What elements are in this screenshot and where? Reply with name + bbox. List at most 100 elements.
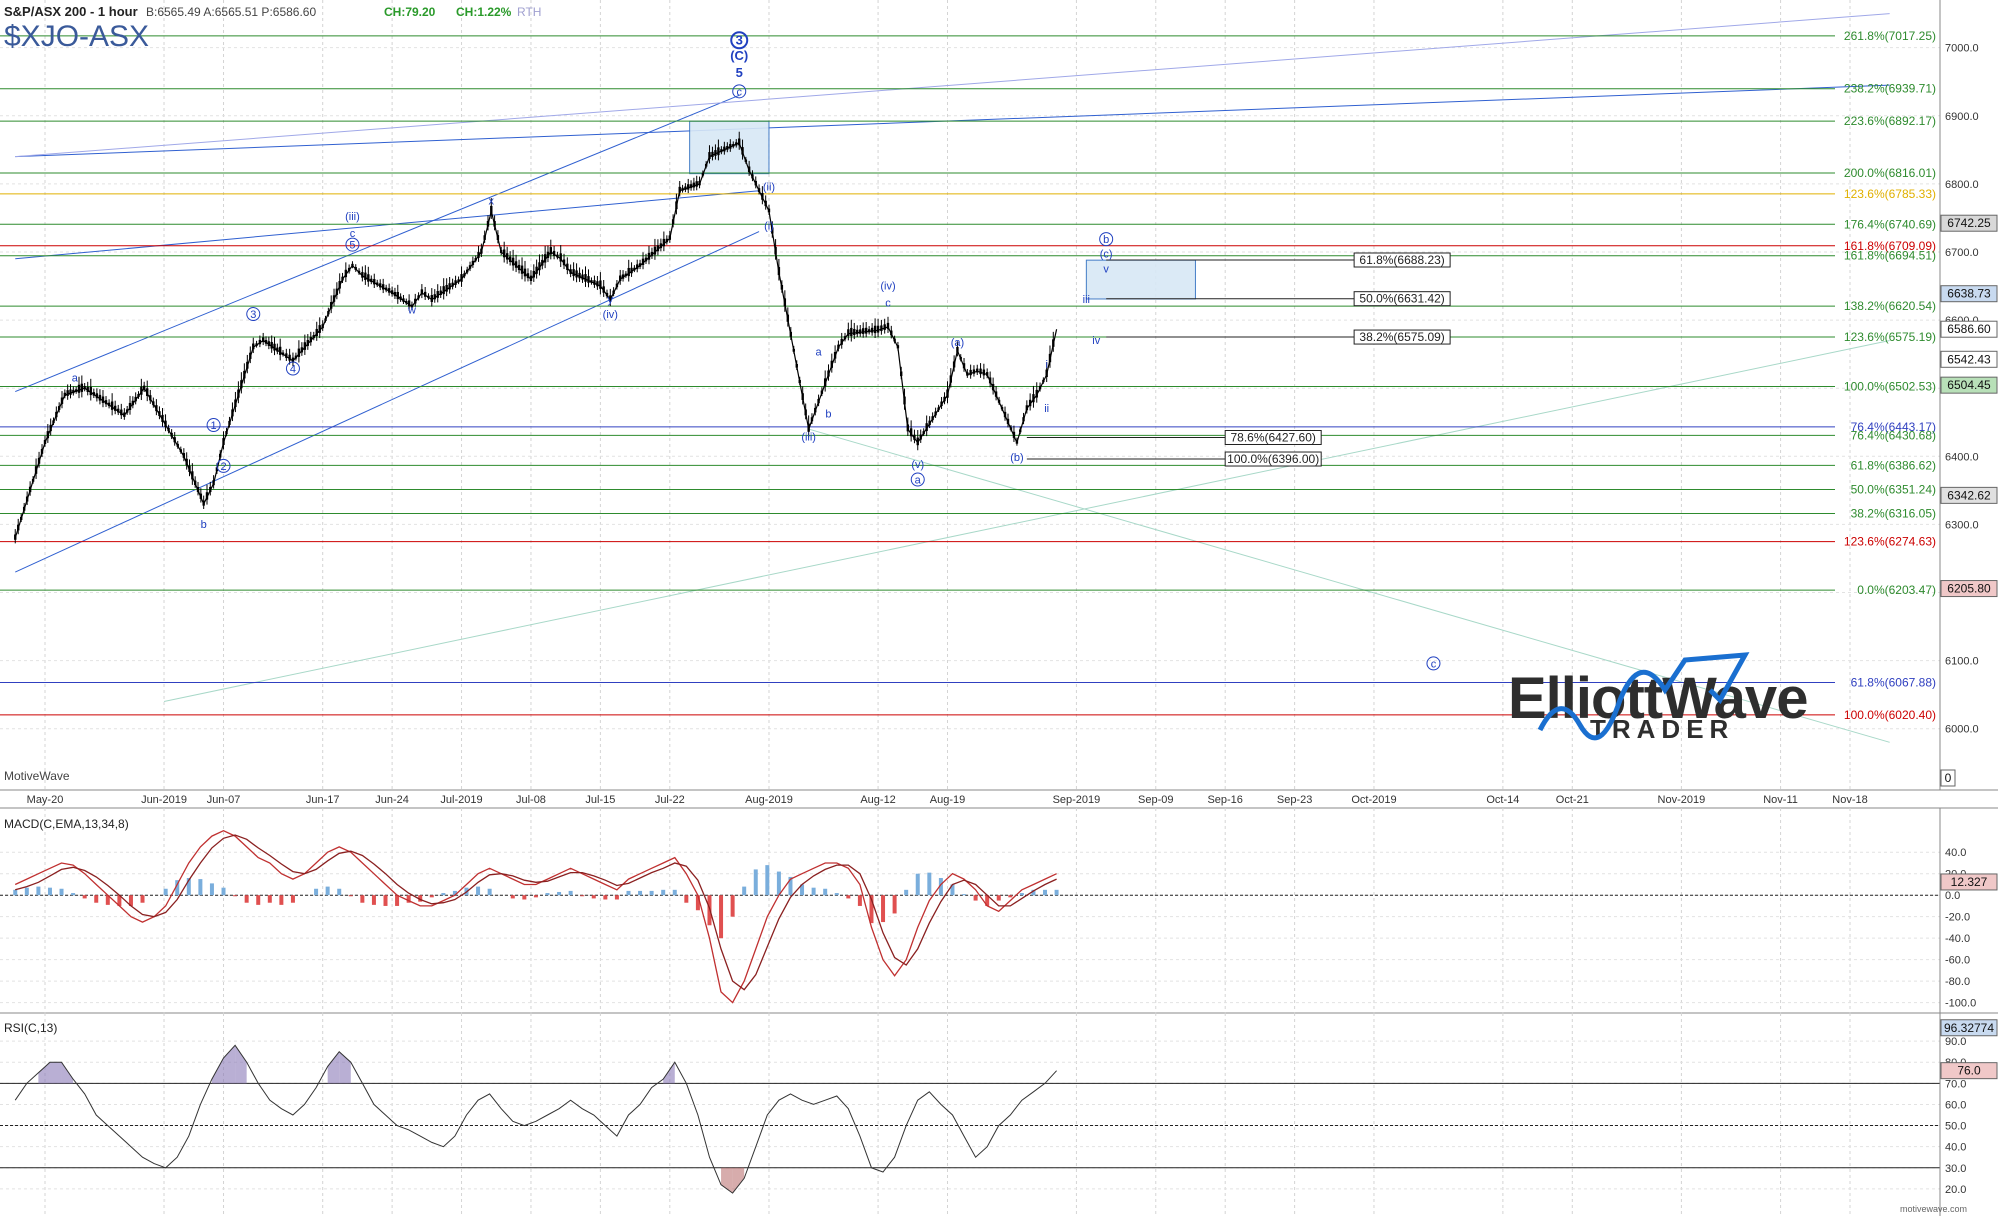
rsi-tick-label: 30.0 — [1945, 1163, 1966, 1175]
watermark: motivewave.com — [1900, 1204, 1967, 1214]
macd-histogram-bar — [881, 895, 886, 923]
price-bar-body — [1019, 429, 1022, 433]
price-bar-body — [49, 424, 52, 432]
price-bar-body — [720, 149, 723, 153]
macd-histogram-bar — [857, 895, 862, 906]
price-bar-body — [351, 263, 354, 267]
price-bar-body — [281, 352, 285, 355]
wave-label: 4 — [290, 364, 296, 376]
price-bar-body — [460, 274, 463, 282]
macd-tick-label: 40.0 — [1945, 847, 1966, 859]
price-bar-body — [110, 401, 114, 410]
price-bar-body — [668, 235, 672, 240]
macd-histogram-bar — [927, 872, 932, 896]
price-bar-body — [590, 280, 593, 283]
price-bar-body — [420, 289, 424, 295]
price-bar-body — [840, 338, 843, 345]
price-bar-body — [638, 263, 642, 267]
macd-histogram-bar — [962, 894, 967, 896]
price-bar-body — [735, 142, 738, 146]
price-bar-body — [237, 389, 240, 398]
fib-label: 223.6%(6892.17) — [1844, 114, 1936, 128]
price-bar-body — [72, 389, 75, 394]
price-bar-body — [98, 394, 102, 401]
price-bar-body — [25, 496, 29, 502]
price-bar-body — [496, 235, 500, 241]
macd-histogram-bar — [892, 895, 897, 914]
macd-histogram-bar — [904, 889, 909, 896]
price-bar-body — [934, 411, 937, 416]
price-bar-body — [937, 407, 940, 411]
price-bar-body — [430, 295, 433, 302]
price-bar-body — [757, 188, 761, 192]
price-bar-body — [364, 272, 367, 280]
fib-label: 100.0%(6502.53) — [1844, 379, 1936, 393]
price-bar-body — [202, 500, 205, 506]
wave-label: (iv) — [880, 280, 895, 292]
fib-label: 200.0%(6816.01) — [1844, 166, 1936, 180]
price-bar-body — [140, 386, 143, 395]
price-bar-body — [979, 368, 982, 375]
price-bar-body — [584, 274, 587, 282]
fib-label: 138.2%(6620.54) — [1844, 299, 1936, 313]
price-bar-body — [312, 335, 315, 339]
macd-tick-label: -40.0 — [1945, 933, 1970, 945]
price-bar-body — [804, 409, 807, 416]
boxed-level-label: 38.2%(6575.09) — [1359, 330, 1444, 344]
wave-label: b — [201, 519, 207, 531]
price-bar-body — [596, 281, 599, 287]
price-bar-body — [615, 283, 619, 288]
price-bar-body — [31, 478, 35, 482]
macd-histogram-bar — [13, 889, 18, 896]
time-tick-label: Aug-2019 — [745, 794, 793, 806]
price-bar-body — [541, 259, 544, 266]
price-bar-body — [689, 184, 693, 189]
price-bar-body — [575, 270, 578, 278]
price-bar-body — [252, 343, 255, 350]
price-bar-body — [801, 393, 804, 400]
rsi-tick-label: 20.0 — [1945, 1184, 1966, 1196]
price-bar-body — [222, 438, 225, 445]
price-bar-body — [795, 363, 798, 368]
wave-label: a — [816, 347, 823, 359]
price-bar-body — [402, 298, 405, 302]
macd-histogram-bar — [661, 889, 666, 896]
price-bar-body — [173, 437, 176, 443]
price-bar-body — [862, 328, 865, 334]
price-bar-body — [442, 286, 445, 295]
price-tick-label: 6100.0 — [1945, 656, 1979, 668]
price-bar-body — [347, 267, 351, 272]
macd-histogram-bar — [649, 890, 654, 896]
price-bar-body — [318, 325, 321, 333]
wave-label: 3 — [736, 32, 743, 47]
price-bar-body — [1048, 353, 1052, 363]
price-bar-body — [1052, 339, 1055, 347]
price-bar-body — [83, 386, 86, 390]
price-bar-body — [341, 276, 344, 281]
price-bar-body — [754, 180, 757, 186]
price-bar-body — [1012, 431, 1016, 438]
price-bar-body — [28, 486, 32, 493]
macd-histogram-bar — [591, 895, 596, 899]
price-bar-body — [708, 152, 711, 159]
price-bar-body — [399, 296, 402, 300]
price-bar-body — [687, 184, 690, 190]
price-bar-body — [483, 235, 486, 240]
price-bar-body — [454, 280, 457, 285]
price-bar-body — [113, 405, 117, 411]
price-bar-body — [66, 390, 69, 396]
macd-histogram-bar — [221, 887, 226, 896]
price-bar-body — [678, 186, 681, 193]
price-bar-body — [46, 431, 50, 439]
price-bar-body — [602, 286, 605, 293]
price-bar-body — [532, 270, 535, 278]
macd-histogram-bar — [730, 895, 735, 917]
macd-histogram-bar — [846, 895, 851, 899]
price-bar-body — [946, 389, 949, 398]
price-tick-label: 6900.0 — [1945, 111, 1979, 123]
price-tag-label: 6342.62 — [1947, 488, 1991, 502]
price-bar-body — [123, 412, 126, 417]
price-bar-body — [847, 329, 850, 336]
price-bar-body — [681, 187, 684, 191]
wave-label: (c) — [1100, 248, 1113, 260]
